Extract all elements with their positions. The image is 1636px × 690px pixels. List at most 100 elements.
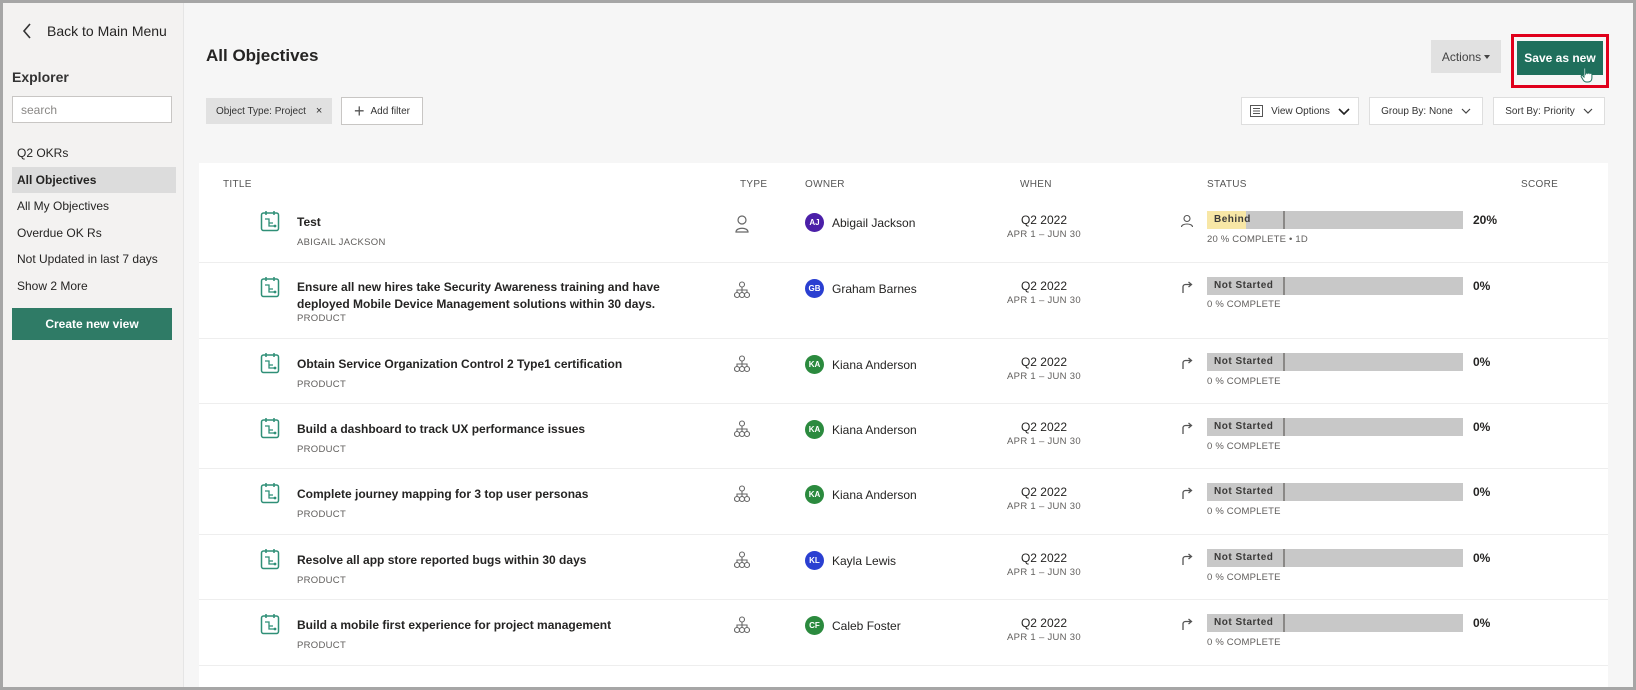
quarter: Q2 2022 xyxy=(1020,213,1068,227)
status-progress-bar[interactable]: Not Started xyxy=(1207,277,1463,295)
column-header-type[interactable]: TYPE xyxy=(740,179,767,190)
status-detail: 0 % COMPLETE xyxy=(1207,572,1281,583)
status-label: Not Started xyxy=(1214,421,1274,432)
status-progress-bar[interactable]: Not Started xyxy=(1207,353,1463,371)
objective-title[interactable]: Build a dashboard to track UX performanc… xyxy=(297,421,677,438)
page-title: All Objectives xyxy=(206,46,319,65)
sidebar-item-overdue-okrs[interactable]: Overdue OK Rs xyxy=(12,220,176,247)
view-options-button[interactable]: View Options xyxy=(1241,97,1359,125)
objective-subtitle: PRODUCT xyxy=(297,313,347,324)
progress-marker xyxy=(1283,277,1285,295)
plus-icon: + xyxy=(354,101,365,121)
status-label: Not Started xyxy=(1214,356,1274,367)
org-icon xyxy=(734,485,750,503)
filter-chip-object-type: Object Type: Project × xyxy=(206,98,333,124)
status-progress-bar[interactable]: Not Started xyxy=(1207,549,1463,567)
owner-name[interactable]: Graham Barnes xyxy=(832,282,917,296)
list-view-icon xyxy=(1250,105,1264,117)
table-row[interactable]: Obtain Service Organization Control 2 Ty… xyxy=(199,339,1608,404)
remove-filter-icon[interactable]: × xyxy=(316,105,322,117)
filter-chip-label: Object Type: Project xyxy=(216,105,306,117)
table-row[interactable]: Ensure all new hires take Security Aware… xyxy=(199,263,1608,339)
progress-marker xyxy=(1283,418,1285,436)
status-progress-bar[interactable]: Not Started xyxy=(1207,614,1463,632)
status-label: Not Started xyxy=(1214,280,1274,291)
back-to-main-menu-link[interactable]: Back to Main Menu xyxy=(21,20,167,42)
score-percent: 0% xyxy=(1473,485,1491,499)
sidebar-item-q2-okrs[interactable]: Q2 OKRs xyxy=(12,140,176,167)
objective-title[interactable]: Build a mobile first experience for proj… xyxy=(297,617,677,634)
project-icon xyxy=(260,549,280,570)
quarter: Q2 2022 xyxy=(1020,420,1068,434)
owner-name[interactable]: Caleb Foster xyxy=(832,619,901,633)
date-range: APR 1 – JUN 30 xyxy=(1007,295,1081,306)
table-row[interactable]: Build a mobile first experience for proj… xyxy=(199,600,1608,666)
sidebar-item-show-more[interactable]: Show 2 More xyxy=(12,273,176,300)
date-range: APR 1 – JUN 30 xyxy=(1007,436,1081,447)
actions-button[interactable]: Actions xyxy=(1431,40,1501,73)
owner-name[interactable]: Kayla Lewis xyxy=(832,554,896,568)
status-progress-bar[interactable]: Not Started xyxy=(1207,418,1463,436)
project-icon xyxy=(260,211,280,232)
owner-name[interactable]: Kiana Anderson xyxy=(832,358,917,372)
back-label: Back to Main Menu xyxy=(47,23,167,39)
redirect-arrow-icon xyxy=(1182,422,1193,434)
date-range: APR 1 – JUN 30 xyxy=(1007,567,1081,578)
objectives-table: TITLE TYPE OWNER WHEN STATUS SCORE Test … xyxy=(199,163,1608,687)
group-by-dropdown[interactable]: Group By: None xyxy=(1369,97,1483,125)
date-range: APR 1 – JUN 30 xyxy=(1007,371,1081,382)
explorer-heading: Explorer xyxy=(12,69,69,85)
project-icon xyxy=(260,353,280,374)
quarter: Q2 2022 xyxy=(1020,616,1068,630)
time-period: Q2 2022 APR 1 – JUN 30 xyxy=(999,279,1089,306)
table-row[interactable]: Build a dashboard to track UX performanc… xyxy=(199,404,1608,469)
sidebar-item-all-objectives[interactable]: All Objectives xyxy=(12,166,176,193)
owner-name[interactable]: Kiana Anderson xyxy=(832,423,917,437)
column-header-status[interactable]: STATUS xyxy=(1207,179,1247,190)
score-percent: 0% xyxy=(1473,551,1491,565)
column-header-title[interactable]: TITLE xyxy=(223,179,252,190)
sidebar-item-all-my-objectives[interactable]: All My Objectives xyxy=(12,193,176,220)
table-row[interactable]: Resolve all app store reported bugs with… xyxy=(199,535,1608,600)
status-progress-bar[interactable]: Not Started xyxy=(1207,483,1463,501)
project-icon xyxy=(260,277,280,298)
status-detail: 0 % COMPLETE xyxy=(1207,299,1281,310)
owner-name[interactable]: Kiana Anderson xyxy=(832,488,917,502)
org-icon xyxy=(734,551,750,569)
sort-by-label: Sort By: Priority xyxy=(1505,105,1575,117)
objective-title[interactable]: Complete journey mapping for 3 top user … xyxy=(297,486,677,503)
column-header-score[interactable]: SCORE xyxy=(1521,179,1558,190)
hand-cursor-icon xyxy=(1580,67,1593,83)
chevron-left-icon xyxy=(22,23,31,39)
actions-label: Actions xyxy=(1441,49,1482,64)
avatar: CF xyxy=(805,616,824,635)
objective-title[interactable]: Ensure all new hires take Security Aware… xyxy=(297,279,677,313)
objective-subtitle: ABIGAIL JACKSON xyxy=(297,237,386,248)
column-header-when[interactable]: WHEN xyxy=(1020,179,1052,190)
objective-title[interactable]: Test xyxy=(297,214,677,231)
objective-title[interactable]: Obtain Service Organization Control 2 Ty… xyxy=(297,356,677,373)
table-row[interactable]: Complete journey mapping for 3 top user … xyxy=(199,469,1608,535)
owner-name[interactable]: Abigail Jackson xyxy=(832,216,915,230)
person-icon xyxy=(1180,214,1194,228)
column-header-owner[interactable]: OWNER xyxy=(805,179,845,190)
create-new-view-button[interactable]: Create new view xyxy=(12,308,172,340)
time-period: Q2 2022 APR 1 – JUN 30 xyxy=(999,485,1089,512)
time-period: Q2 2022 APR 1 – JUN 30 xyxy=(999,616,1089,643)
score-percent: 0% xyxy=(1473,420,1491,434)
objective-title[interactable]: Resolve all app store reported bugs with… xyxy=(297,552,677,569)
score-percent: 0% xyxy=(1473,616,1491,630)
group-by-label: Group By: None xyxy=(1381,105,1453,117)
sort-by-dropdown[interactable]: Sort By: Priority xyxy=(1493,97,1605,125)
saved-views-list: Q2 OKRs All Objectives All My Objectives… xyxy=(12,140,176,299)
add-filter-button[interactable]: + Add filter xyxy=(341,97,423,125)
table-row[interactable]: Test ABIGAIL JACKSON AJ Abigail Jackson … xyxy=(199,197,1608,263)
sidebar-item-not-updated[interactable]: Not Updated in last 7 days xyxy=(12,246,176,273)
view-options-label: View Options xyxy=(1271,105,1330,117)
progress-marker xyxy=(1283,549,1285,567)
chevron-down-icon xyxy=(1461,108,1471,114)
status-detail: 0 % COMPLETE xyxy=(1207,441,1281,452)
search-input[interactable] xyxy=(12,96,172,123)
status-label: Not Started xyxy=(1214,552,1274,563)
status-progress-bar[interactable]: Behind xyxy=(1207,211,1463,229)
